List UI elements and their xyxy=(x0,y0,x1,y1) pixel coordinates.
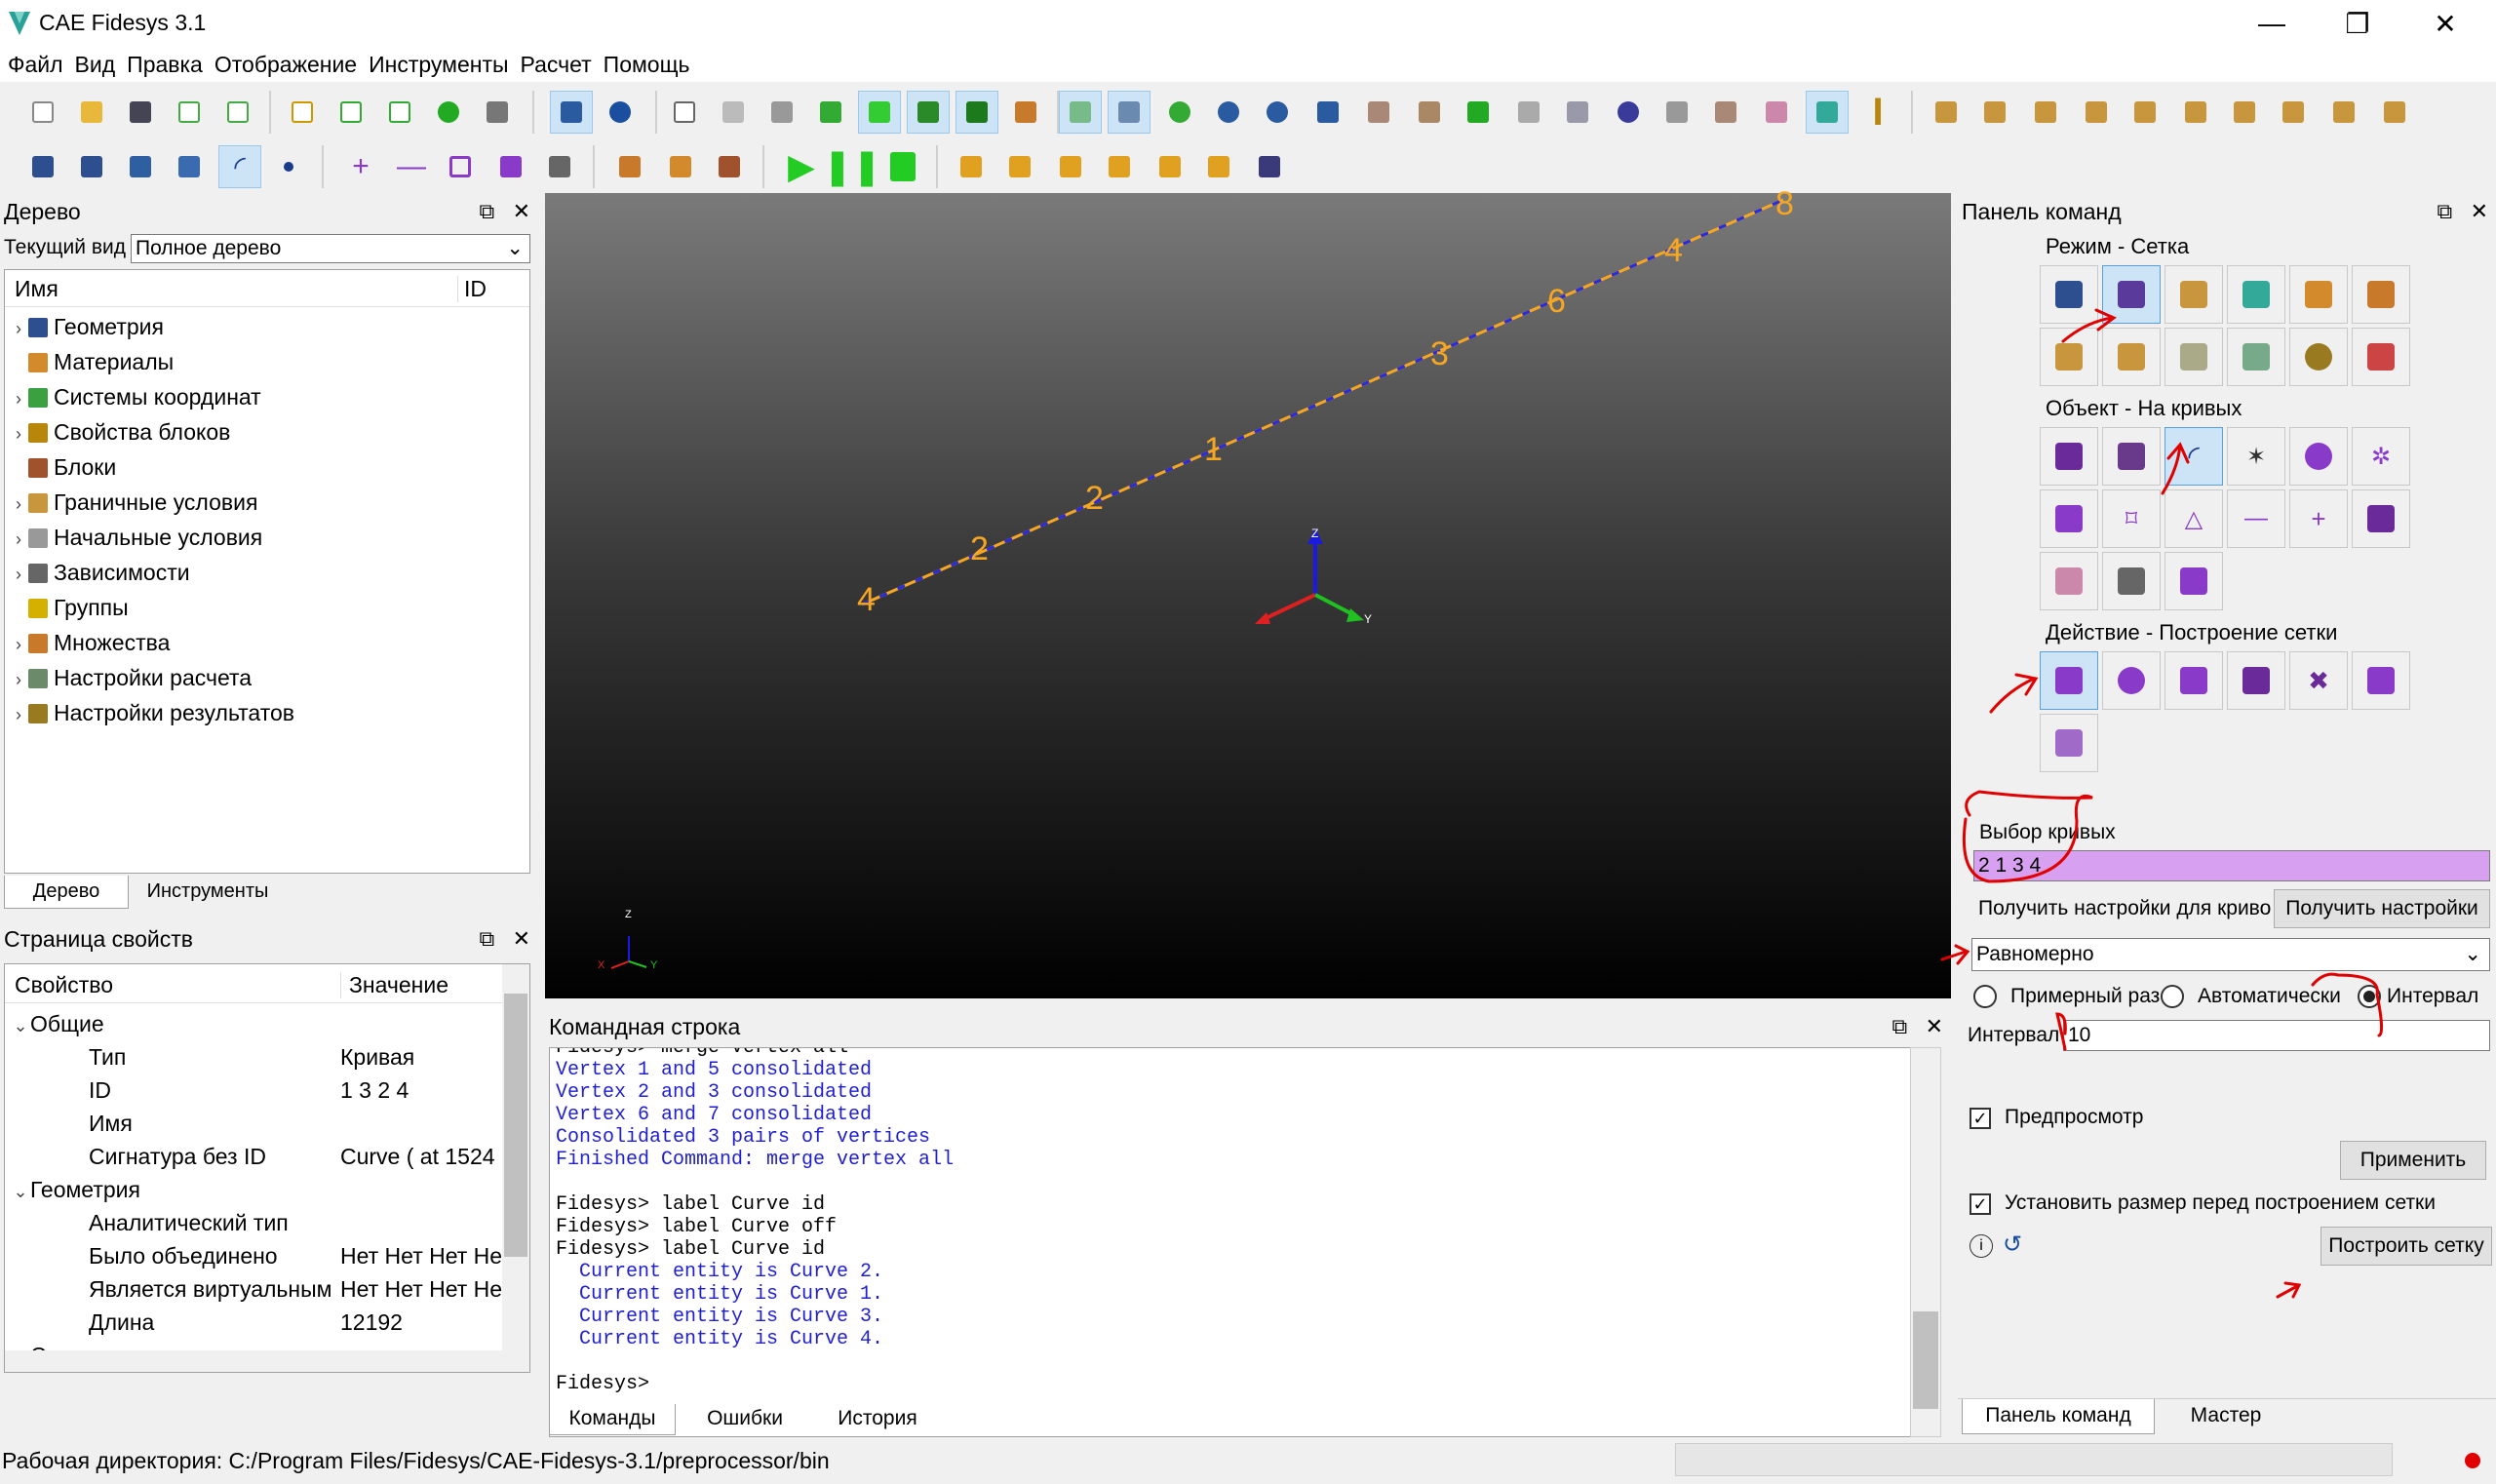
workdir-status: Рабочая директория: C:/Program Files/Fid… xyxy=(2,1448,830,1473)
progress-bar xyxy=(1675,1443,2393,1476)
status-indicator-icon xyxy=(2465,1453,2480,1468)
status-bar: Рабочая директория: C:/Program Files/Fid… xyxy=(0,1441,2496,1484)
annotation-overlay xyxy=(1940,308,2384,1299)
